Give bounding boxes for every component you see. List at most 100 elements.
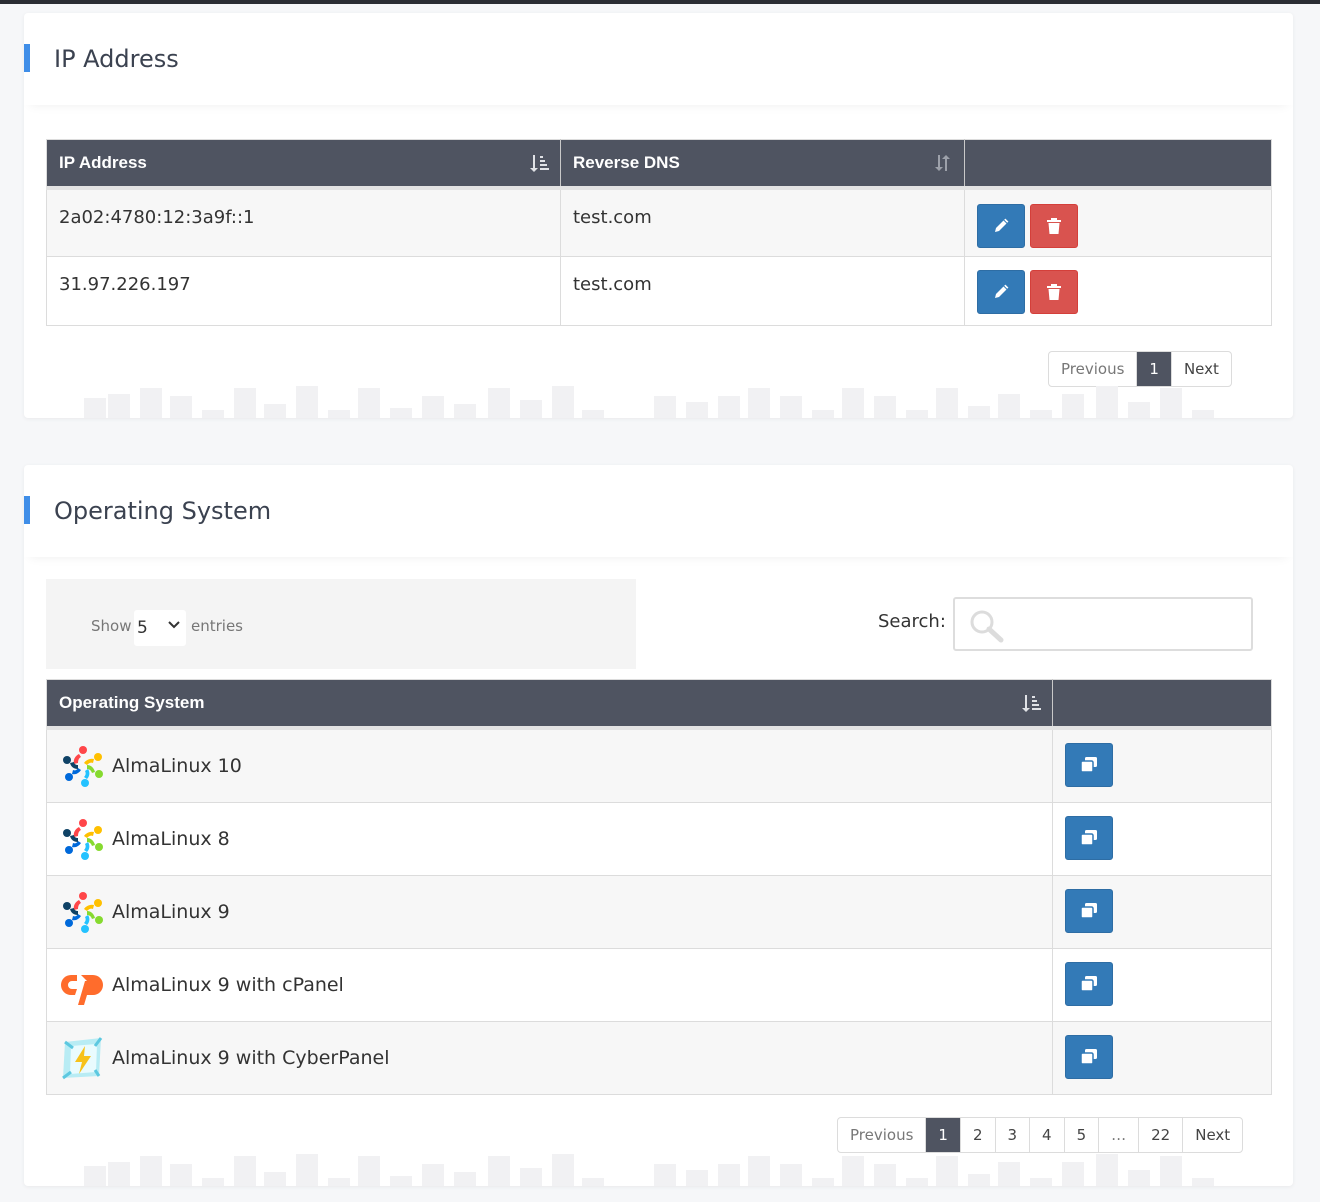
os-name: AlmaLinux 9 with cPanel (112, 973, 344, 996)
previous-page-button[interactable]: Previous (1049, 352, 1138, 386)
skyline-bar (234, 388, 256, 418)
copy-icon (1080, 756, 1097, 773)
skyline-bar (1062, 1162, 1084, 1186)
skyline-bar (170, 1164, 192, 1186)
os-name: AlmaLinux 8 (112, 827, 230, 850)
column-header-ip-address[interactable]: IP Address (46, 139, 561, 190)
skyline-bar (1192, 410, 1214, 418)
skyline-bar (264, 1172, 286, 1186)
actions-cell (964, 256, 1272, 326)
os-name: AlmaLinux 10 (112, 754, 242, 777)
skyline-bar (842, 388, 864, 418)
search-field[interactable] (953, 597, 1253, 651)
delete-button[interactable] (1030, 203, 1078, 248)
column-header-reverse-dns[interactable]: Reverse DNS (560, 139, 965, 190)
trash-icon (1047, 217, 1061, 234)
skyline-bar (748, 388, 770, 418)
copy-icon (1080, 1048, 1097, 1065)
skyline-bar (1160, 388, 1182, 418)
skyline-bar (812, 1178, 834, 1186)
skyline-bar (488, 1156, 510, 1186)
search-icon (970, 610, 1004, 643)
almalinux-logo-icon (59, 815, 107, 863)
select-os-button[interactable] (1065, 961, 1113, 1006)
entries-select[interactable]: 5 (134, 610, 186, 646)
sort-desc-icon[interactable] (529, 153, 549, 173)
next-page-button[interactable]: Next (1183, 1118, 1242, 1152)
sort-desc-icon[interactable] (1021, 693, 1041, 713)
skyline-bar (108, 394, 130, 418)
skyline-bar (264, 404, 286, 418)
skyline-bar (968, 406, 990, 418)
skyline-bar (780, 1164, 802, 1186)
skyline-bar (654, 1164, 676, 1186)
edit-button[interactable] (977, 203, 1025, 248)
delete-button[interactable] (1030, 270, 1078, 314)
search-label: Search: (878, 611, 946, 632)
ip-cell: 31.97.226.197 (46, 256, 561, 326)
select-os-button[interactable] (1065, 742, 1113, 787)
skyline-bar (686, 402, 708, 418)
table-row: AlmaLinux 8 (46, 802, 1272, 876)
skyline-bar (202, 1178, 224, 1186)
ip-pagination: Previous 1 Next (1048, 351, 1232, 387)
skyline-bar (328, 1178, 350, 1186)
sort-both-icon[interactable] (933, 153, 953, 173)
skyline-bar (520, 400, 542, 418)
select-os-button[interactable] (1065, 888, 1113, 933)
actions-cell (1052, 1021, 1272, 1095)
skyline-bar (170, 396, 192, 418)
skyline-bar (842, 1156, 864, 1186)
edit-button[interactable] (977, 270, 1025, 314)
select-os-button[interactable] (1065, 815, 1113, 860)
cyberpanel-logo-icon (59, 1034, 107, 1082)
accent-bar (24, 496, 30, 524)
actions-cell (1052, 802, 1272, 876)
skyline-bar (1030, 410, 1052, 418)
previous-page-button[interactable]: Previous (838, 1118, 927, 1152)
search-input[interactable] (1011, 609, 1241, 639)
section-title: Operating System (54, 497, 272, 525)
accent-bar (24, 44, 30, 72)
os-name-cell: AlmaLinux 9 (46, 875, 1053, 949)
skyline-bar (1030, 1178, 1052, 1186)
decorative-skyline (84, 1152, 1224, 1186)
skyline-bar (140, 388, 162, 418)
page-button[interactable]: 2 (961, 1118, 996, 1152)
next-page-button[interactable]: Next (1172, 352, 1231, 386)
table-row: 31.97.226.197 test.com (46, 256, 1272, 326)
skyline-bar (780, 396, 802, 418)
skyline-bar (328, 410, 350, 418)
page-button[interactable]: 4 (1030, 1118, 1065, 1152)
os-pagination: Previous 1 2 3 4 5 … 22 Next (837, 1117, 1244, 1153)
skyline-bar (84, 398, 106, 418)
copy-icon (1080, 829, 1097, 846)
skyline-bar (202, 410, 224, 418)
almalinux-logo-icon (59, 742, 107, 790)
skyline-bar (582, 410, 604, 418)
skyline-bar (1128, 402, 1150, 418)
top-bar (0, 0, 1320, 4)
skyline-bar (422, 396, 444, 418)
page-button[interactable]: 22 (1139, 1118, 1184, 1152)
skyline-bar (358, 388, 380, 418)
page-button[interactable]: 1 (1137, 352, 1172, 386)
page-button[interactable]: 1 (926, 1118, 961, 1152)
select-os-button[interactable] (1065, 1034, 1113, 1079)
actions-cell (1052, 948, 1272, 1022)
skyline-bar (874, 396, 896, 418)
page-button[interactable]: 3 (996, 1118, 1031, 1152)
section-title: IP Address (54, 45, 179, 73)
skyline-bar (1160, 1156, 1182, 1186)
pencil-icon (995, 284, 1009, 298)
trash-icon (1047, 284, 1061, 300)
ip-cell: 2a02:4780:12:3a9f::1 (46, 187, 561, 257)
card-header: Operating System (24, 465, 1293, 557)
page-button[interactable]: 5 (1065, 1118, 1100, 1152)
card-header: IP Address (24, 13, 1293, 105)
skyline-bar (358, 1156, 380, 1186)
skyline-bar (1096, 386, 1118, 418)
decorative-skyline (84, 384, 1224, 418)
column-header-actions (964, 139, 1272, 190)
column-header-operating-system[interactable]: Operating System (46, 679, 1053, 730)
